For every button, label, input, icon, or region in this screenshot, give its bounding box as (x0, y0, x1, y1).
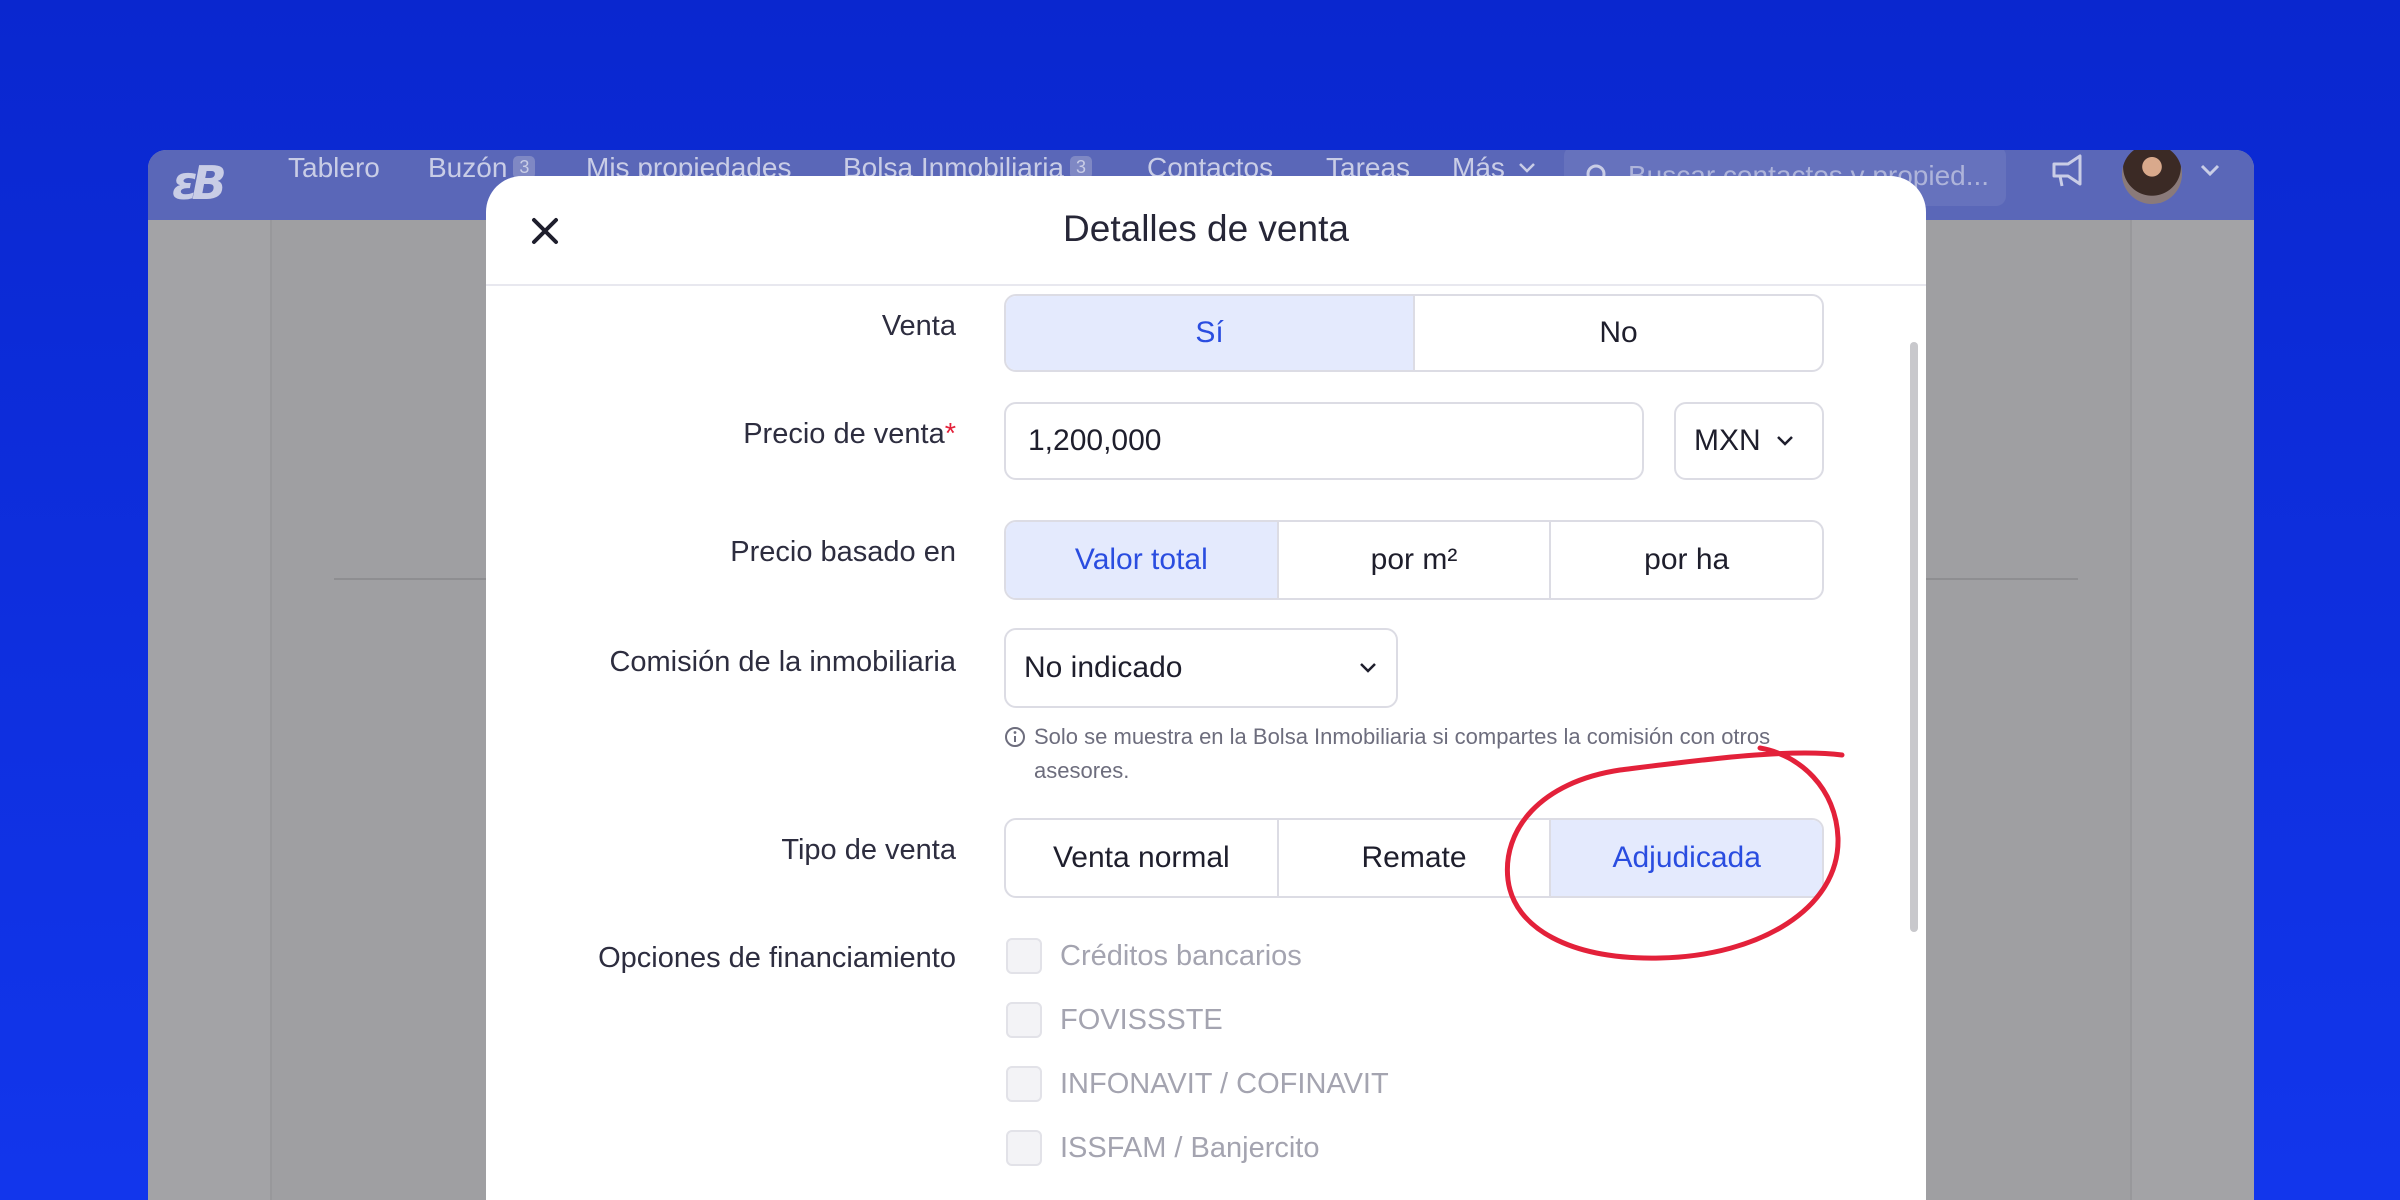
sale-type-toggle: Venta normal Remate Adjudicada (1004, 818, 1824, 898)
sale-type-venta-normal[interactable]: Venta normal (1006, 820, 1279, 896)
venta-toggle: Sí No (1004, 294, 1824, 372)
info-icon (1005, 727, 1025, 747)
scrollbar[interactable] (1910, 342, 1918, 932)
checkbox[interactable] (1006, 1066, 1042, 1102)
sale-type-adjudicada[interactable]: Adjudicada (1551, 820, 1822, 896)
financing-option[interactable]: ISSFAM / Banjercito (1006, 1130, 1320, 1166)
chevron-down-icon[interactable] (2198, 158, 2222, 182)
financing-option-label: FOVISSSTE (1060, 1003, 1223, 1036)
required-mark: * (944, 418, 956, 450)
modal-header: Detalles de venta (486, 176, 1926, 286)
nav-label: Tablero (288, 152, 380, 183)
comision-label: Comisión de la inmobiliaria (609, 646, 956, 678)
commission-info: Solo se muestra en la Bolsa Inmobiliaria… (1004, 720, 1824, 788)
financiamiento-label: Opciones de financiamiento (598, 942, 956, 974)
venta-label: Venta (881, 310, 956, 342)
chevron-down-icon (1518, 163, 1535, 173)
commission-value: No indicado (1024, 651, 1183, 684)
modal-title: Detalles de venta (1063, 208, 1349, 249)
chevron-down-icon (1360, 663, 1376, 673)
screenshot-canvas: εB Tablero Buzón 3 Mis propiedades Bolsa … (0, 0, 2400, 1200)
sale-details-modal: Detalles de venta Venta Sí No Precio de … (486, 176, 1926, 1200)
app-logo[interactable]: εB (172, 156, 242, 210)
label-text: Precio de venta (743, 418, 945, 450)
currency-value: MXN (1694, 424, 1761, 457)
megaphone-icon[interactable] (2048, 150, 2088, 190)
chevron-down-icon (1776, 436, 1793, 446)
nav-item-tablero[interactable]: Tablero (288, 152, 380, 184)
checkbox[interactable] (1006, 1002, 1042, 1038)
financing-option[interactable]: INFONAVIT / COFINAVIT (1006, 1066, 1389, 1102)
financing-option[interactable]: Créditos bancarios (1006, 938, 1302, 974)
precio-venta-label: Precio de venta* (743, 418, 956, 451)
sale-price-value: 1,200,000 (1028, 424, 1162, 457)
price-basis-valor-total[interactable]: Valor total (1006, 522, 1279, 598)
financing-option-label: INFONAVIT / COFINAVIT (1060, 1067, 1389, 1100)
avatar[interactable] (2122, 150, 2182, 204)
price-basis-por-m2[interactable]: por m² (1279, 522, 1552, 598)
tipo-venta-label: Tipo de venta (781, 834, 956, 866)
sale-price-input[interactable]: 1,200,000 (1004, 402, 1644, 480)
financing-option-label: ISSFAM / Banjercito (1060, 1131, 1320, 1164)
venta-option-si[interactable]: Sí (1006, 296, 1415, 370)
sale-type-remate[interactable]: Remate (1279, 820, 1552, 896)
price-basis-por-ha[interactable]: por ha (1551, 522, 1822, 598)
currency-select[interactable]: MXN (1674, 402, 1824, 480)
commission-select[interactable]: No indicado (1004, 628, 1398, 708)
checkbox[interactable] (1006, 1130, 1042, 1166)
precio-basado-label: Precio basado en (730, 536, 956, 568)
commission-info-text: Solo se muestra en la Bolsa Inmobiliaria… (1034, 724, 1771, 783)
venta-option-no[interactable]: No (1415, 296, 1822, 370)
checkbox[interactable] (1006, 938, 1042, 974)
financing-option[interactable]: FOVISSSTE (1006, 1002, 1223, 1038)
financing-option-label: Créditos bancarios (1060, 939, 1302, 972)
price-basis-toggle: Valor total por m² por ha (1004, 520, 1824, 600)
